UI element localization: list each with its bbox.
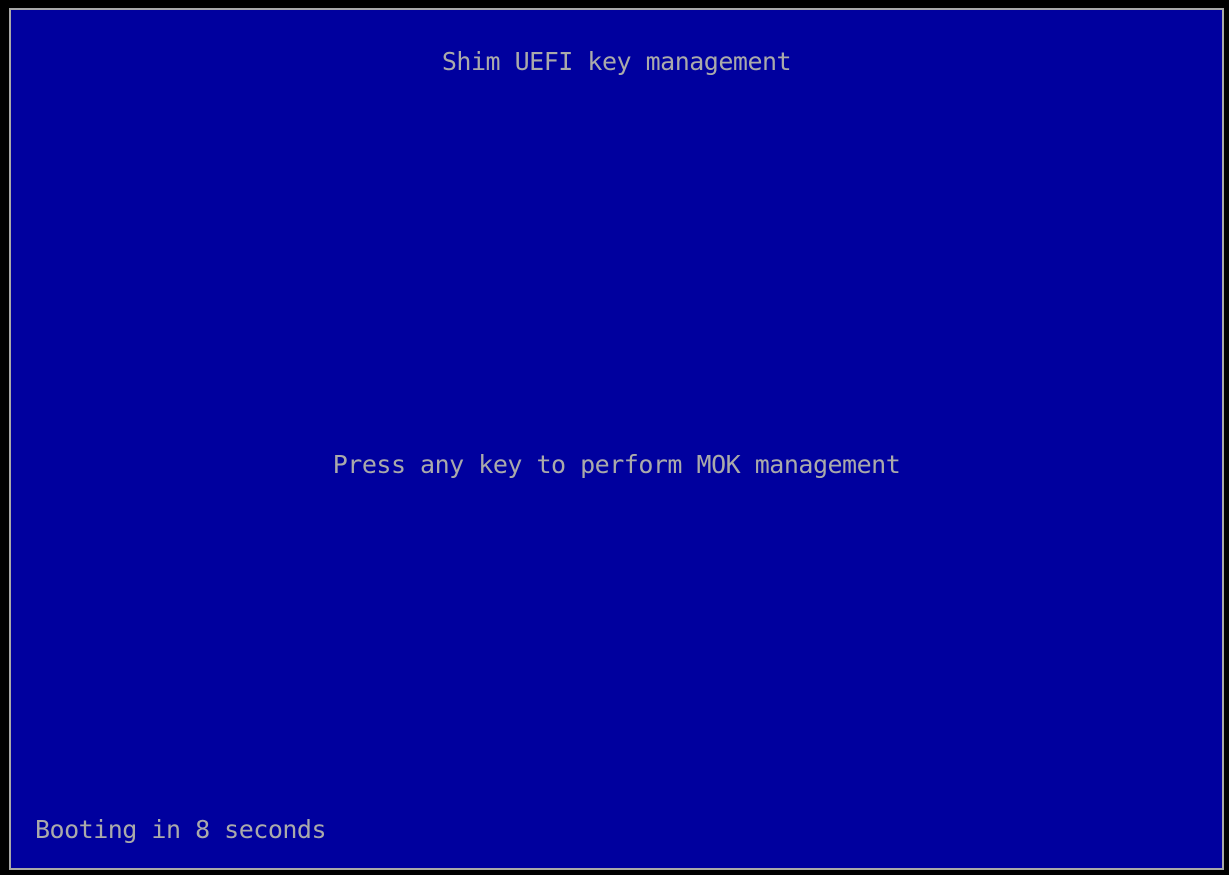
page-title: Shim UEFI key management (441, 47, 792, 76)
uefi-screen: Shim UEFI key management Press any key t… (0, 0, 1229, 875)
shim-panel: Shim UEFI key management Press any key t… (9, 8, 1224, 870)
mok-prompt: Press any key to perform MOK management (332, 450, 901, 479)
boot-countdown-status: Booting in 8 seconds (35, 815, 327, 844)
